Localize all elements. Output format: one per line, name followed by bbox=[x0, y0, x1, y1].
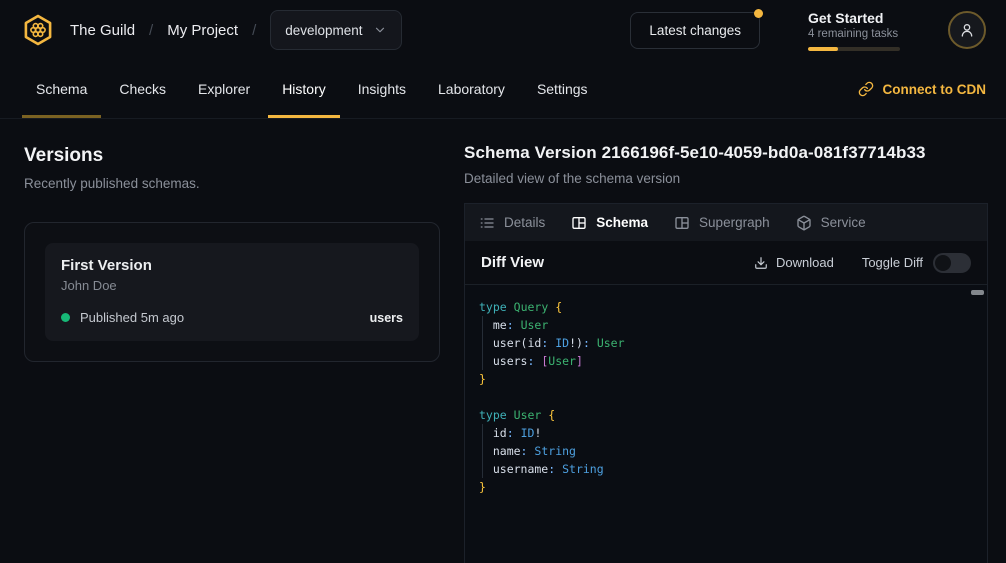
code-line: } bbox=[479, 370, 967, 388]
code-line: type Query { bbox=[479, 298, 967, 316]
version-status: Published 5m ago bbox=[80, 310, 184, 325]
code-line: type User { bbox=[479, 406, 967, 424]
version-status-row: Published 5m ago users bbox=[61, 310, 403, 325]
notification-dot bbox=[754, 9, 763, 18]
connect-to-cdn-button[interactable]: Connect to CDN bbox=[858, 60, 987, 118]
detail-tab-supergraph[interactable]: Supergraph bbox=[674, 215, 770, 231]
code-line: username: String bbox=[479, 460, 967, 478]
versions-panel: Versions Recently published schemas. Fir… bbox=[0, 119, 464, 563]
columns-icon bbox=[674, 215, 690, 231]
detail-tab-service[interactable]: Service bbox=[796, 215, 866, 231]
main-content: Versions Recently published schemas. Fir… bbox=[0, 119, 1006, 563]
code-line: name: String bbox=[479, 442, 967, 460]
version-detail-panel: Schema Version 2166196f-5e10-4059-bd0a-0… bbox=[464, 119, 1006, 563]
code-line: users: [User] bbox=[479, 352, 967, 370]
download-button[interactable]: Download bbox=[754, 255, 834, 270]
nav-tab-explorer[interactable]: Explorer bbox=[184, 60, 264, 118]
breadcrumb-org[interactable]: The Guild bbox=[70, 22, 135, 39]
schema-code-viewer[interactable]: type Query {me: Useruser(id: ID!): Useru… bbox=[465, 285, 987, 563]
nav-tab-schema[interactable]: Schema bbox=[22, 60, 101, 118]
version-service-badge: users bbox=[370, 311, 403, 325]
latest-changes-label: Latest changes bbox=[649, 23, 741, 38]
versions-list: First Version John Doe Published 5m ago … bbox=[24, 222, 440, 362]
schema-version-title: Schema Version 2166196f-5e10-4059-bd0a-0… bbox=[464, 143, 988, 163]
version-author: John Doe bbox=[61, 278, 403, 293]
nav-tab-checks[interactable]: Checks bbox=[105, 60, 180, 118]
schema-version-subtitle: Detailed view of the schema version bbox=[464, 171, 988, 186]
versions-subtitle: Recently published schemas. bbox=[24, 176, 440, 191]
get-started-title: Get Started bbox=[808, 10, 900, 26]
detail-tab-label: Supergraph bbox=[699, 215, 770, 230]
detail-tab-details[interactable]: Details bbox=[479, 215, 545, 231]
nav-tab-insights[interactable]: Insights bbox=[344, 60, 420, 118]
toggle-diff-knob bbox=[935, 255, 951, 271]
nav-tab-laboratory[interactable]: Laboratory bbox=[424, 60, 519, 118]
list-icon bbox=[479, 215, 495, 231]
main-nav: SchemaChecksExplorerHistoryInsightsLabor… bbox=[0, 60, 1006, 119]
app-header: The Guild / My Project / development Lat… bbox=[0, 0, 1006, 60]
header-right: Latest changes Get Started 4 remaining t… bbox=[630, 10, 986, 51]
get-started-progressbar bbox=[808, 47, 900, 51]
detail-tab-label: Schema bbox=[596, 215, 648, 230]
published-status-dot bbox=[61, 313, 70, 322]
scrollbar-thumb[interactable] bbox=[971, 290, 984, 295]
breadcrumb-separator: / bbox=[149, 22, 153, 39]
get-started-widget[interactable]: Get Started 4 remaining tasks bbox=[808, 10, 900, 51]
chevron-down-icon bbox=[373, 23, 387, 37]
environment-selector-value: development bbox=[285, 23, 362, 38]
cube-icon bbox=[796, 215, 812, 231]
app-root: The Guild / My Project / development Lat… bbox=[0, 0, 1006, 563]
breadcrumb-separator: / bbox=[252, 22, 256, 39]
diff-view-title: Diff View bbox=[481, 254, 544, 271]
detail-tab-label: Details bbox=[504, 215, 545, 230]
nav-tab-settings[interactable]: Settings bbox=[523, 60, 602, 118]
user-avatar-button[interactable] bbox=[948, 11, 986, 49]
diff-actions: Download Toggle Diff bbox=[754, 253, 971, 273]
graphql-schema-code: type Query {me: Useruser(id: ID!): Useru… bbox=[479, 298, 967, 496]
download-label: Download bbox=[776, 255, 834, 270]
version-name: First Version bbox=[61, 257, 403, 274]
detail-tabbar: Details Schema Supergraph Service bbox=[465, 204, 987, 241]
toggle-diff-label: Toggle Diff bbox=[862, 255, 923, 270]
schema-detail-card: Details Schema Supergraph Service Diff View… bbox=[464, 203, 988, 563]
hive-logo-icon[interactable] bbox=[20, 12, 56, 48]
diff-toolbar: Diff View Download Toggle Diff bbox=[465, 241, 987, 285]
download-icon bbox=[754, 256, 768, 270]
detail-tab-label: Service bbox=[821, 215, 866, 230]
version-list-item[interactable]: First Version John Doe Published 5m ago … bbox=[45, 243, 419, 341]
nav-tab-history[interactable]: History bbox=[268, 60, 340, 118]
code-line bbox=[479, 388, 967, 406]
versions-title: Versions bbox=[24, 145, 440, 167]
breadcrumb-project[interactable]: My Project bbox=[167, 22, 238, 39]
latest-changes-button[interactable]: Latest changes bbox=[630, 12, 760, 49]
code-line: me: User bbox=[479, 316, 967, 334]
person-icon bbox=[959, 22, 975, 38]
code-line: } bbox=[479, 478, 967, 496]
header-left: The Guild / My Project / development bbox=[20, 10, 402, 50]
connect-to-cdn-label: Connect to CDN bbox=[883, 82, 987, 97]
columns-icon bbox=[571, 215, 587, 231]
code-line: user(id: ID!): User bbox=[479, 334, 967, 352]
toggle-diff-switch[interactable] bbox=[933, 253, 971, 273]
detail-tab-schema[interactable]: Schema bbox=[571, 215, 648, 231]
get-started-subtitle: 4 remaining tasks bbox=[808, 28, 900, 40]
link-icon bbox=[858, 81, 874, 97]
get-started-progress-fill bbox=[808, 47, 838, 51]
environment-selector[interactable]: development bbox=[270, 10, 401, 50]
nav-tabs: SchemaChecksExplorerHistoryInsightsLabor… bbox=[22, 60, 602, 118]
code-line: id: ID! bbox=[479, 424, 967, 442]
